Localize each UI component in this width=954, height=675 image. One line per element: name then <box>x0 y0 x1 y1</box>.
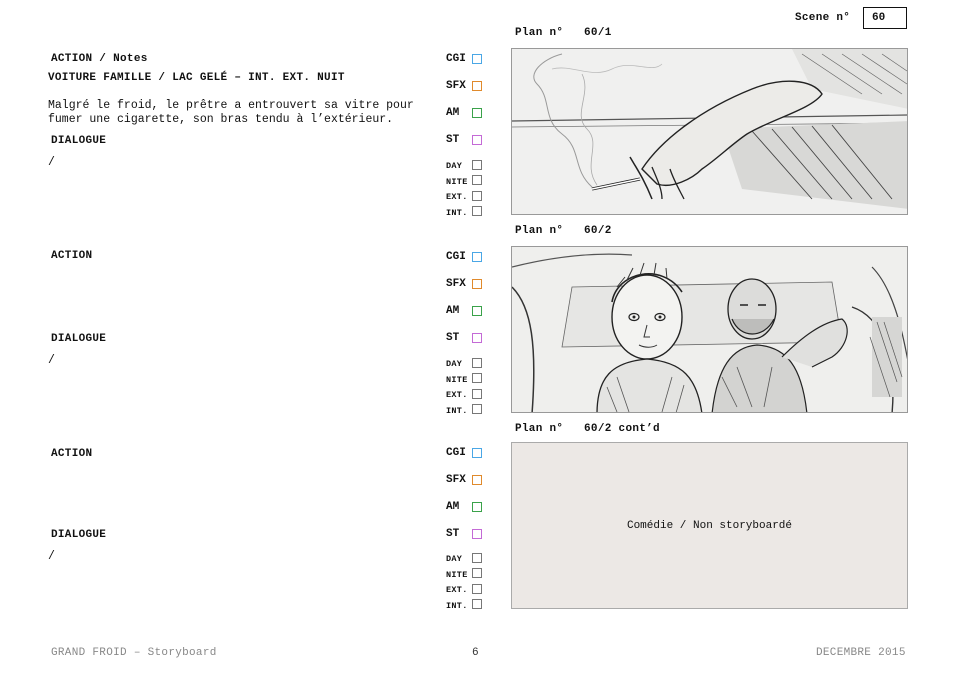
int-checkbox-2[interactable] <box>472 404 482 414</box>
day-checkbox-1[interactable] <box>472 160 482 170</box>
dialogue-text-3[interactable]: / <box>48 550 55 564</box>
ext-checkbox-2[interactable] <box>472 389 482 399</box>
action-label-2: ACTION <box>51 250 93 262</box>
st-checkbox-1[interactable] <box>472 135 482 145</box>
am-checkbox-2[interactable] <box>472 306 482 316</box>
int-checkbox-1[interactable] <box>472 206 482 216</box>
storyboard-frame-2[interactable] <box>511 246 908 413</box>
day-checkbox-2[interactable] <box>472 358 482 368</box>
scene-heading: VOITURE FAMILLE / LAC GELÉ – INT. EXT. N… <box>48 72 345 84</box>
page-number: 6 <box>472 647 479 659</box>
int-checkbox-3[interactable] <box>472 599 482 609</box>
sketch-hand-cigarette <box>512 49 907 214</box>
footer-date: DECEMBRE 2015 <box>816 647 906 659</box>
plan-number-3: 60/2 cont’d <box>584 423 660 435</box>
nite-label-2: NITE <box>446 375 468 385</box>
dialogue-text-2[interactable]: / <box>48 354 55 368</box>
sfx-label-2: SFX <box>446 278 466 290</box>
dialogue-label-3: DIALOGUE <box>51 529 107 541</box>
day-checkbox-3[interactable] <box>472 553 482 563</box>
storyboard-frame-1[interactable] <box>511 48 908 215</box>
ext-label-2: EXT. <box>446 390 468 400</box>
sfx-checkbox-3[interactable] <box>472 475 482 485</box>
cgi-label-3: CGI <box>446 447 466 459</box>
cgi-checkbox-1[interactable] <box>472 54 482 64</box>
sfx-label-1: SFX <box>446 80 466 92</box>
plan-number-2: 60/2 <box>584 225 612 237</box>
footer-title: GRAND FROID – Storyboard <box>51 647 217 659</box>
day-label-2: DAY <box>446 359 463 369</box>
int-label-1: INT. <box>446 208 468 218</box>
day-label-1: DAY <box>446 161 463 171</box>
day-label-3: DAY <box>446 554 463 564</box>
am-label-3: AM <box>446 501 460 513</box>
action-label-3: ACTION <box>51 448 93 460</box>
plan-label-1: Plan n° 60/1 <box>515 27 612 39</box>
nite-checkbox-3[interactable] <box>472 568 482 578</box>
ext-label-3: EXT. <box>446 585 468 595</box>
st-label-3: ST <box>446 528 460 540</box>
am-checkbox-3[interactable] <box>472 502 482 512</box>
am-label-2: AM <box>446 305 460 317</box>
st-checkbox-2[interactable] <box>472 333 482 343</box>
nite-label-1: NITE <box>446 177 468 187</box>
frame-placeholder-text: Comédie / Non storyboardé <box>626 519 793 532</box>
sfx-checkbox-1[interactable] <box>472 81 482 91</box>
int-label-2: INT. <box>446 406 468 416</box>
cgi-checkbox-3[interactable] <box>472 448 482 458</box>
dialogue-label-2: DIALOGUE <box>51 333 107 345</box>
action-text-1[interactable]: Malgré le froid, le prêtre a entrouvert … <box>48 99 414 127</box>
scene-number-box[interactable]: 60 <box>863 7 907 29</box>
plan-label-2: Plan n° 60/2 <box>515 225 612 237</box>
ext-label-1: EXT. <box>446 192 468 202</box>
am-label-1: AM <box>446 107 460 119</box>
plan-label-3: Plan n° 60/2 cont’d <box>515 423 660 435</box>
nite-checkbox-2[interactable] <box>472 373 482 383</box>
sfx-checkbox-2[interactable] <box>472 279 482 289</box>
st-checkbox-3[interactable] <box>472 529 482 539</box>
storyboard-frame-3[interactable]: Comédie / Non storyboardé <box>511 442 908 609</box>
int-label-3: INT. <box>446 601 468 611</box>
cgi-label-2: CGI <box>446 251 466 263</box>
action-label-1: ACTION / Notes <box>51 53 148 65</box>
sketch-car-passengers <box>512 247 907 412</box>
am-checkbox-1[interactable] <box>472 108 482 118</box>
cgi-label-1: CGI <box>446 53 466 65</box>
dialogue-label-1: DIALOGUE <box>51 135 107 147</box>
nite-checkbox-1[interactable] <box>472 175 482 185</box>
st-label-2: ST <box>446 332 460 344</box>
dialogue-text-1[interactable]: / <box>48 156 55 170</box>
st-label-1: ST <box>446 134 460 146</box>
nite-label-3: NITE <box>446 570 468 580</box>
sfx-label-3: SFX <box>446 474 466 486</box>
plan-number-1: 60/1 <box>584 27 612 39</box>
ext-checkbox-1[interactable] <box>472 191 482 201</box>
cgi-checkbox-2[interactable] <box>472 252 482 262</box>
scene-label: Scene n° <box>795 12 851 24</box>
ext-checkbox-3[interactable] <box>472 584 482 594</box>
